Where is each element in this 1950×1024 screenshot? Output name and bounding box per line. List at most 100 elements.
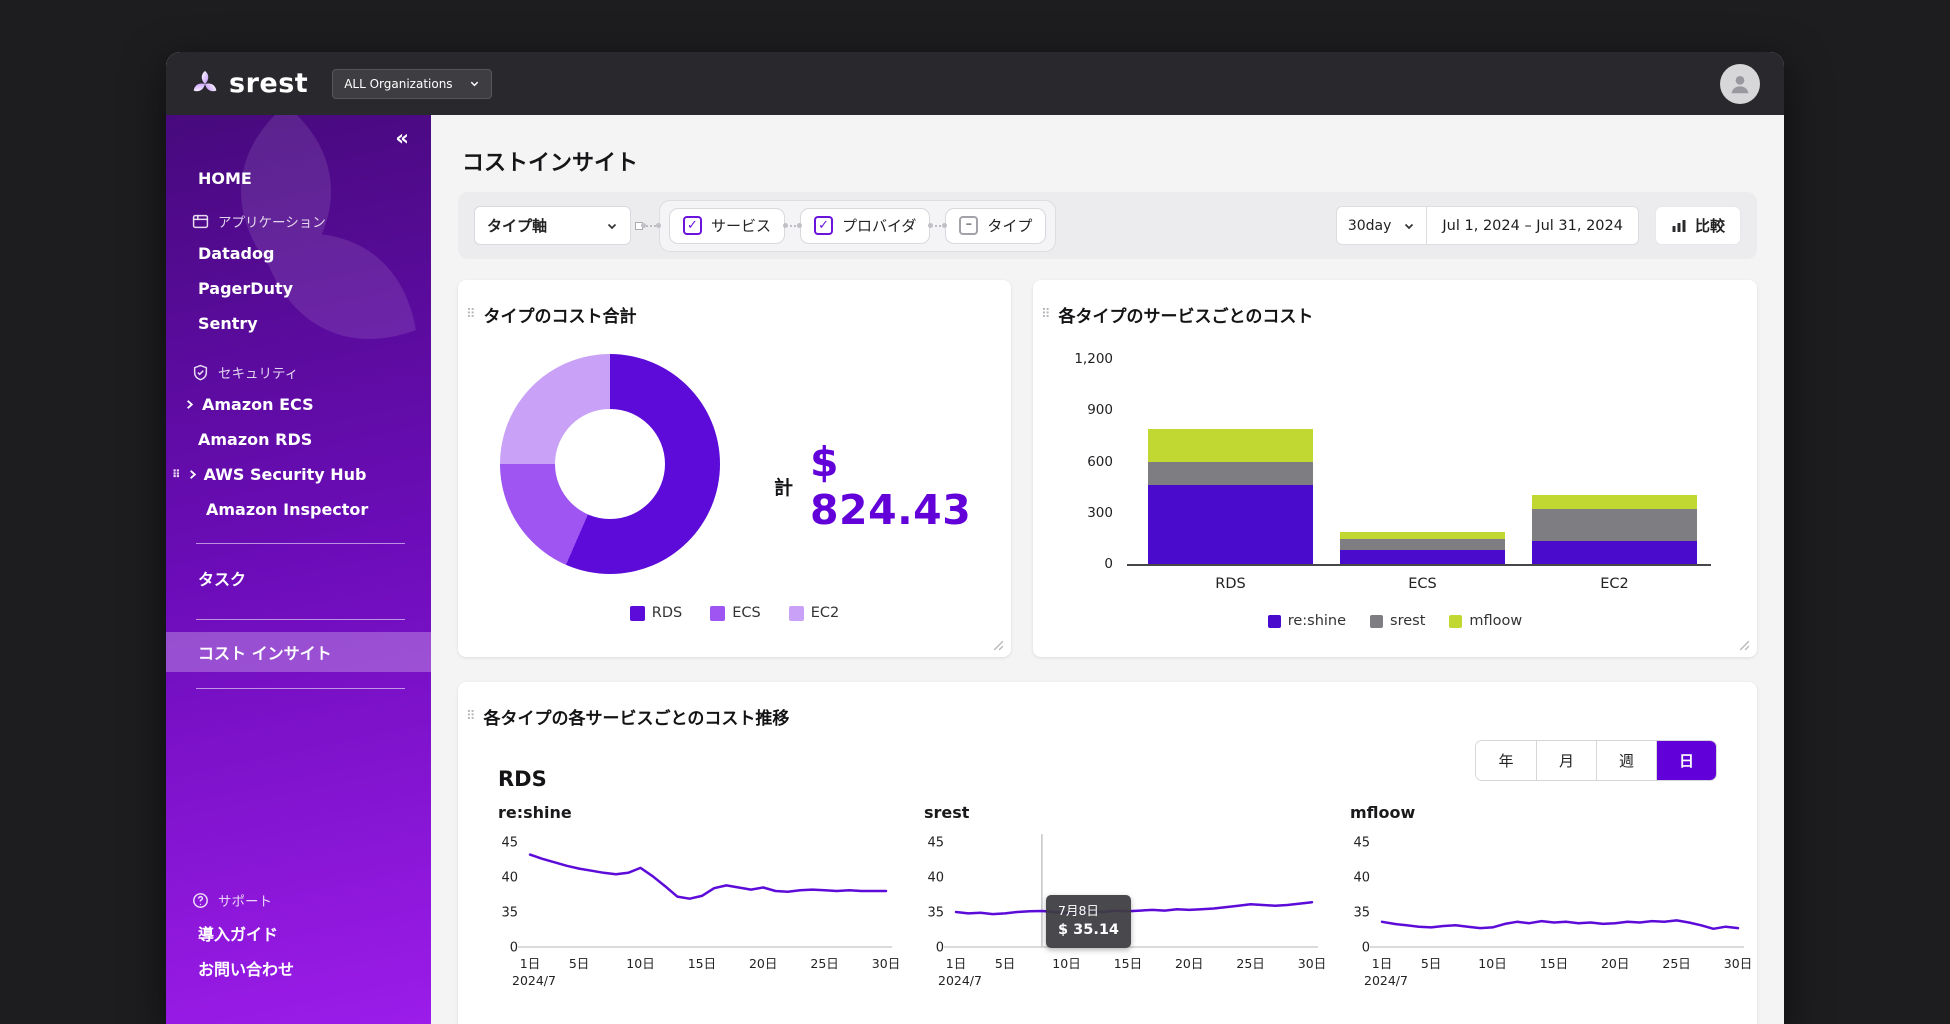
drag-handle-icon[interactable]: ⠿ — [1041, 308, 1051, 321]
svg-text:35: 35 — [1353, 906, 1370, 921]
line-chart-label: mfloow — [1350, 803, 1416, 822]
axis-chip-group: サービス プロバイダ タイプ — [659, 199, 1057, 252]
chevron-right-icon[interactable] — [187, 469, 198, 480]
donut-legend: RDS ECS EC2 — [458, 605, 1011, 621]
dotted-connector — [641, 223, 661, 228]
sidebar-section-support: サポート — [166, 885, 431, 915]
legend-swatch — [788, 605, 804, 621]
legend-item: ECS — [710, 605, 761, 621]
drag-handle-icon[interactable]: ⠿ — [466, 308, 476, 321]
donut-card: ⠿ タイプのコスト合計 計 $ 824.43 RDS ECS EC2 — [458, 280, 1011, 657]
bar-legend: re:shine srest mfloow — [1033, 613, 1757, 629]
period-button-year[interactable]: 年 — [1476, 741, 1536, 780]
sidebar-item-label: Amazon ECS — [202, 395, 314, 414]
help-circle-icon — [192, 892, 209, 909]
svg-text:5日: 5日 — [995, 956, 1015, 971]
period-button-week[interactable]: 週 — [1596, 741, 1656, 780]
svg-text:40: 40 — [1353, 871, 1370, 886]
organization-selector[interactable]: ALL Organizations — [332, 68, 492, 99]
svg-text:5日: 5日 — [1421, 956, 1441, 971]
sidebar-divider — [196, 619, 405, 620]
legend-swatch — [710, 605, 726, 621]
sidebar-item-pagerduty[interactable]: PagerDuty — [166, 271, 431, 306]
chip-label: タイプ — [987, 217, 1033, 235]
organization-selector-value: ALL Organizations — [344, 76, 453, 91]
line-chart-reshine: re:shine 0 35 40 45 1日 5日 10日 15日 20日 25日 30日 2024/… — [488, 803, 900, 1006]
sidebar-item-contact[interactable]: お問い合わせ — [166, 950, 431, 985]
svg-text:45: 45 — [927, 836, 944, 851]
sidebar-item-cost-insight[interactable]: コスト インサイト — [166, 632, 431, 672]
sidebar-item-sentry[interactable]: Sentry — [166, 306, 431, 341]
legend-swatch — [1370, 614, 1384, 628]
sidebar-item-datadog[interactable]: Datadog — [166, 236, 431, 271]
date-range-field[interactable]: Jul 1, 2024 – Jul 31, 2024 — [1427, 206, 1639, 245]
checkbox-checked-icon[interactable] — [814, 216, 834, 235]
resize-handle-icon[interactable] — [991, 638, 1004, 651]
section-label: サポート — [218, 894, 272, 910]
logo-text: srest — [229, 68, 309, 99]
drag-handle-icon[interactable]: ⠿ — [172, 469, 181, 480]
range-length-select[interactable]: 30day — [1335, 206, 1428, 245]
page-title: コストインサイト — [462, 151, 639, 176]
svg-text:0: 0 — [936, 941, 944, 956]
checkbox-indeterminate-icon[interactable] — [959, 216, 979, 235]
sidebar-item-aws-security-hub[interactable]: ⠿ AWS Security Hub — [166, 457, 431, 492]
svg-text:0: 0 — [1362, 941, 1370, 956]
svg-text:1日: 1日 — [520, 956, 540, 971]
svg-text:2024/7: 2024/7 — [512, 973, 556, 988]
legend-swatch — [629, 605, 645, 621]
filter-chip[interactable]: サービス — [669, 207, 786, 244]
compare-label: 比較 — [1694, 218, 1725, 235]
svg-text:20日: 20日 — [1175, 956, 1203, 971]
sidebar-item-home[interactable]: HOME — [166, 161, 431, 196]
drag-handle-icon[interactable]: ⠿ — [466, 710, 476, 723]
trend-card-title: 各タイプの各サービスごとのコスト推移 — [483, 709, 790, 729]
sidebar-item-amazon-inspector[interactable]: Amazon Inspector — [166, 492, 431, 527]
trend-charts-row: re:shine 0 35 40 45 1日 5日 10日 15日 20日 25日 30日 2024/… — [488, 803, 1757, 1006]
period-button-day[interactable]: 日 — [1656, 741, 1716, 780]
svg-text:20日: 20日 — [749, 956, 777, 971]
donut-card-title: タイプのコスト合計 — [483, 307, 637, 327]
sidebar-item-amazon-rds[interactable]: Amazon RDS — [166, 422, 431, 457]
app-window: srest ALL Organizations « HOME アプリケーション … — [166, 52, 1784, 1024]
sidebar-section-security: セキュリティ — [166, 357, 431, 387]
svg-text:45: 45 — [1353, 836, 1370, 851]
chip-label: サービス — [711, 217, 772, 235]
line-chart-srest: srest 0 35 40 45 1日 5日 10日 15日 20日 25日 30日 2024/7 7… — [914, 803, 1326, 1006]
chart-tooltip: 7月8日 $ 35.14 — [1046, 895, 1132, 948]
period-toggle: 年 月 週 日 — [1475, 740, 1717, 781]
srest-logo: srest — [190, 68, 308, 99]
cost-donut-chart — [500, 354, 720, 574]
sidebar-item-amazon-ecs[interactable]: Amazon ECS — [166, 387, 431, 422]
svg-text:30日: 30日 — [872, 956, 900, 971]
compare-button[interactable]: 比較 — [1654, 206, 1741, 245]
legend-label: RDS — [651, 605, 683, 621]
filter-chip[interactable]: プロバイダ — [800, 207, 931, 244]
dotted-connector — [783, 223, 803, 228]
checkbox-checked-icon[interactable] — [683, 216, 702, 235]
user-avatar-button[interactable] — [1720, 63, 1760, 104]
type-axis-select[interactable]: タイプ軸 — [474, 206, 631, 245]
sidebar-item-onboarding-guide[interactable]: 導入ガイド — [166, 915, 431, 950]
line-chart-label: re:shine — [498, 803, 572, 822]
cost-total: 計 $ 824.43 — [774, 438, 1011, 534]
bar-card-title: 各タイプのサービスごとのコスト — [1058, 307, 1314, 327]
tooltip-value: $ 35.14 — [1058, 921, 1120, 938]
type-axis-value: タイプ軸 — [487, 217, 548, 235]
topbar: srest ALL Organizations — [166, 52, 1784, 115]
sidebar-collapse-button[interactable]: « — [395, 127, 409, 149]
section-label: セキュリティ — [218, 366, 299, 382]
period-button-month[interactable]: 月 — [1536, 741, 1596, 780]
bar-category-label: EC2 — [1600, 576, 1629, 592]
filter-chip[interactable]: タイプ — [945, 207, 1047, 244]
svg-text:30日: 30日 — [1724, 956, 1752, 971]
sidebar-item-tasks[interactable]: タスク — [166, 560, 431, 595]
sidebar: « HOME アプリケーション Datadog PagerDuty Sentry… — [166, 115, 431, 1024]
resize-handle-icon[interactable] — [1737, 638, 1750, 651]
svg-text:1日: 1日 — [1372, 956, 1392, 971]
chevron-right-icon[interactable] — [184, 399, 195, 410]
total-value: $ 824.43 — [810, 438, 972, 534]
user-icon — [1727, 71, 1753, 97]
svg-text:1日: 1日 — [946, 956, 966, 971]
filter-bar: タイプ軸 サービス プロバイダ — [458, 192, 1757, 259]
